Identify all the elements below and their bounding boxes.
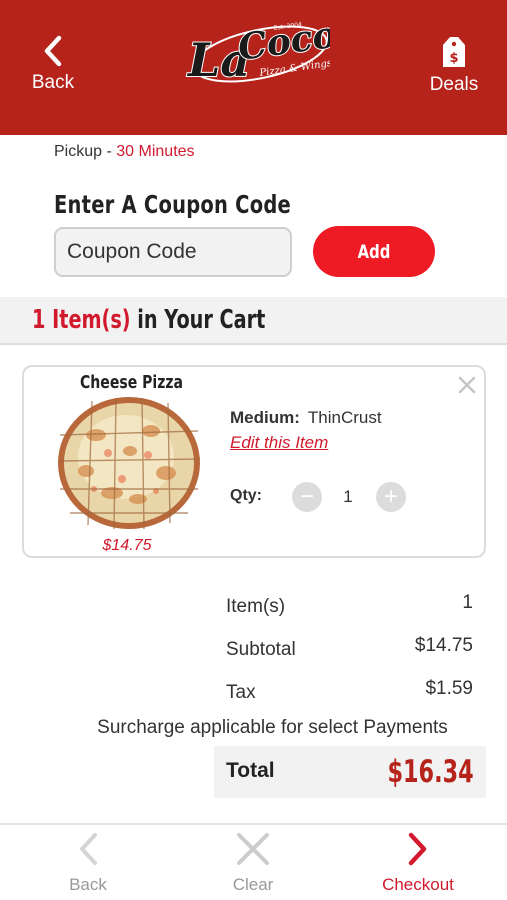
add-coupon-button[interactable]: Add (313, 226, 435, 277)
summary-subtotal-value: $14.75 (414, 635, 473, 656)
summary-items-label: Item(s) (226, 596, 286, 617)
plus-icon: + (383, 483, 398, 510)
item-size-label: Medium: (230, 408, 300, 427)
qty-value: 1 (343, 487, 353, 506)
header-back-button[interactable]: Back (22, 34, 84, 94)
add-coupon-label: Add (357, 240, 391, 263)
summary-subtotal-label: Subtotal (226, 639, 296, 660)
cart-item-count: 1 Item(s) (32, 305, 131, 335)
lacocos-logo: La Coco's Est. 2004 Pizza & Wings (182, 8, 371, 94)
checkout-button[interactable]: Checkout (368, 831, 468, 895)
coupon-code-input[interactable] (54, 227, 292, 277)
minus-icon: − (299, 483, 314, 510)
edit-item-link[interactable]: Edit this Item (230, 433, 328, 453)
clear-cart-label: Clear (232, 875, 274, 894)
qty-increment-button[interactable]: + (376, 482, 406, 512)
coupon-title: Enter A Coupon Code (54, 190, 291, 219)
summary-tax-label: Tax (226, 682, 256, 703)
header-deals-label: Deals (429, 74, 479, 95)
close-icon (237, 833, 269, 865)
pickup-info: Pickup - 30 Minutes (54, 143, 195, 161)
cart-heading-suffix: in Your Cart (137, 305, 266, 335)
checkout-label: Checkout (382, 875, 454, 894)
header-back-label: Back (31, 72, 75, 93)
cheese-pizza-image (57, 397, 201, 530)
summary-tax-value: $1.59 (425, 678, 473, 699)
footer-back-label: Back (69, 875, 107, 894)
surcharge-note: Surcharge applicable for select Payments (97, 717, 448, 738)
price-tag-icon: $ (443, 37, 465, 67)
qty-decrement-button[interactable]: − (292, 482, 322, 512)
cart-header-band: 1 Item(s) in Your Cart (0, 297, 507, 345)
item-size: Medium: ThinCrust (230, 408, 382, 428)
bottom-nav: Back Clear Checkout (0, 823, 507, 900)
pickup-label: Pickup (54, 143, 103, 160)
svg-text:$: $ (449, 51, 458, 66)
total-label: Total (226, 759, 275, 782)
chevron-left-icon (80, 833, 97, 865)
total-value: $16.34 (387, 754, 474, 790)
item-price: $14.75 (102, 537, 152, 554)
close-icon[interactable] (457, 375, 477, 395)
summary-items-value: 1 (462, 592, 473, 613)
item-size-value: ThinCrust (307, 408, 382, 427)
cart-item-card: Cheese Pizza $14.75 Medium: ThinCrust Ed… (22, 365, 486, 558)
qty-label: Qty: (230, 487, 262, 504)
footer-back-button[interactable]: Back (38, 831, 138, 895)
chevron-left-icon (44, 35, 62, 67)
chevron-right-icon (408, 832, 427, 866)
total-box: Total $16.34 (214, 746, 486, 798)
pickup-time: 30 Minutes (116, 143, 195, 160)
app-header: Back La Coco's Est. 2004 Pizza & Wings $… (0, 0, 507, 135)
item-name: Cheese Pizza (80, 372, 184, 393)
cart-heading: 1 Item(s) in Your Cart (32, 305, 265, 335)
pickup-separator: - (106, 143, 112, 160)
header-deals-button[interactable]: $ Deals (424, 34, 484, 96)
clear-cart-button[interactable]: Clear (203, 831, 303, 895)
